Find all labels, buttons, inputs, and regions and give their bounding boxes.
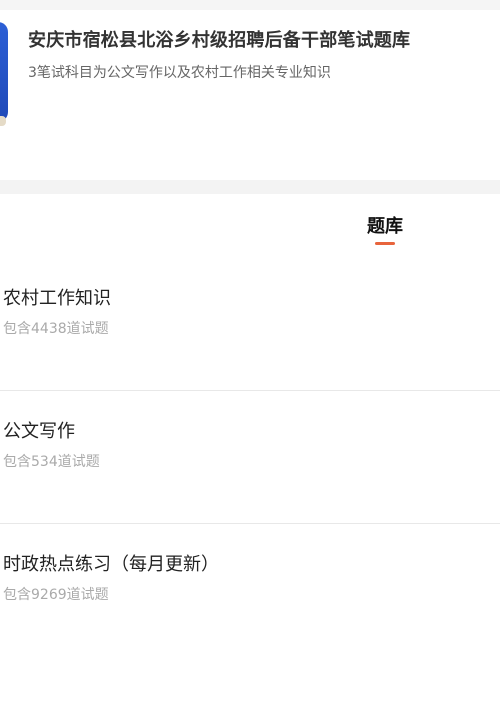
bank-question-count: 包含534道试题 <box>3 454 100 470</box>
bank-name: 公文写作 <box>3 421 75 442</box>
tab-bar: 题库 <box>0 194 500 254</box>
question-bank-list: 农村工作知识 包含4438道试题 公文写作 包含534道试题 时政热点练习（每月… <box>0 258 500 656</box>
exam-title: 安庆市宿松县北浴乡村级招聘后备干部笔试题库 <box>28 30 411 51</box>
bank-item-official-writing[interactable]: 公文写作 包含534道试题 <box>0 391 500 524</box>
bank-name: 农村工作知识 <box>3 288 111 309</box>
bank-question-count: 包含4438道试题 <box>3 321 109 337</box>
top-divider <box>0 0 500 10</box>
bank-name: 时政热点练习（每月更新） <box>3 554 219 575</box>
tab-question-bank[interactable]: 题库 <box>355 212 415 238</box>
bank-item-rural-work[interactable]: 农村工作知识 包含4438道试题 <box>0 258 500 391</box>
section-divider <box>0 180 500 194</box>
bank-question-count: 包含9269道试题 <box>3 587 109 603</box>
bank-item-current-affairs[interactable]: 时政热点练习（每月更新） 包含9269道试题 <box>0 524 500 656</box>
exam-subtitle: 3笔试科目为公文写作以及农村工作相关专业知识 <box>28 65 331 81</box>
exam-header-card: 安庆市宿松县北浴乡村级招聘后备干部笔试题库 3笔试科目为公文写作以及农村工作相关… <box>0 10 500 140</box>
spacer <box>0 140 500 182</box>
book-cover <box>0 22 8 122</box>
book-icon <box>0 22 8 130</box>
tab-active-indicator <box>375 242 395 245</box>
book-pages <box>0 116 6 126</box>
